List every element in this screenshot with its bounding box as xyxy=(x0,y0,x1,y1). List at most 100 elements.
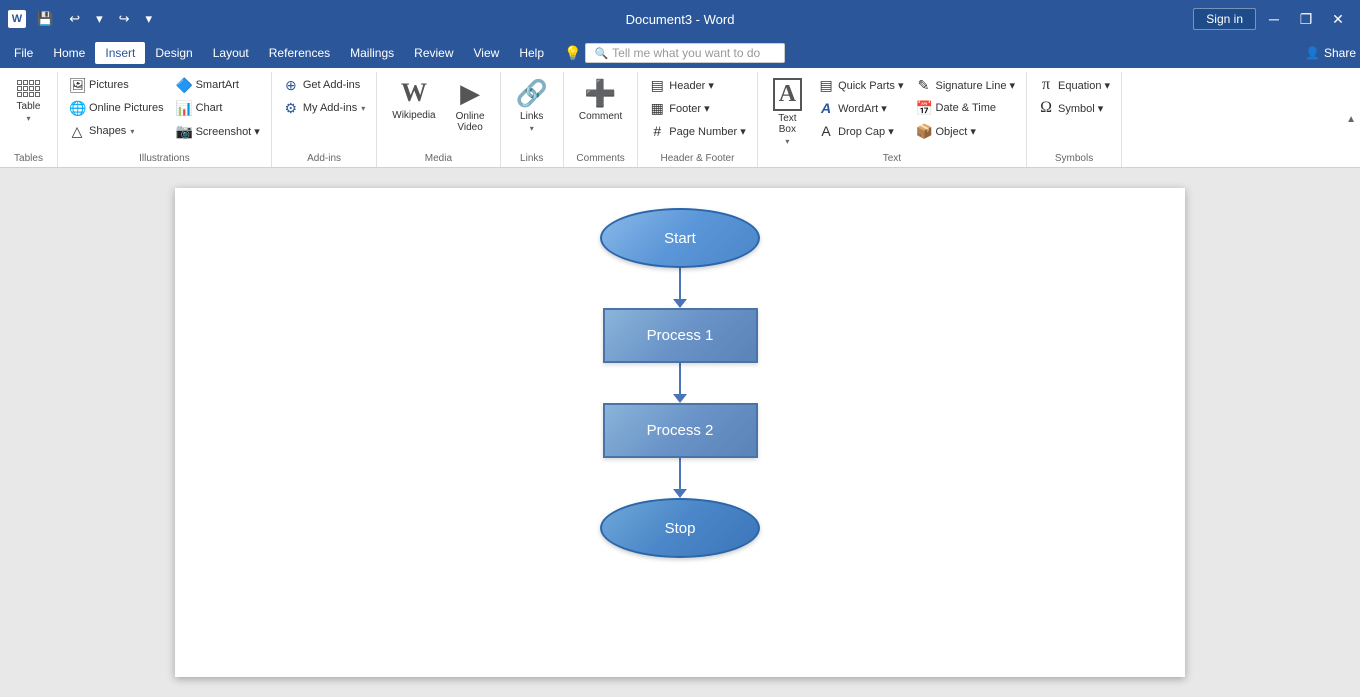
signature-icon: ✎ xyxy=(916,77,932,94)
stop-oval: Stop xyxy=(600,498,760,558)
close-button[interactable]: ✕ xyxy=(1324,5,1352,33)
drop-cap-label: Drop Cap ▾ xyxy=(838,125,894,138)
comment-button[interactable]: ➕ Comment xyxy=(570,74,631,126)
object-button[interactable]: 📦 Object ▾ xyxy=(911,120,1021,142)
header-button[interactable]: ▤ Header ▾ xyxy=(644,74,750,96)
screenshot-button[interactable]: 📷 Screenshot ▾ xyxy=(171,120,265,142)
pictures-button[interactable]: 🖼 Pictures xyxy=(64,74,169,96)
document-title: Document3 - Word xyxy=(626,12,735,27)
signature-line-button[interactable]: ✎ Signature Line ▾ xyxy=(911,74,1021,96)
quick-parts-icon: ▤ xyxy=(818,77,834,94)
arrow-3-line xyxy=(679,458,681,489)
chart-button[interactable]: 📊 Chart xyxy=(171,97,265,119)
table-dropdown-arrow: ▾ xyxy=(26,114,30,123)
screenshot-label: Screenshot ▾ xyxy=(196,125,260,138)
menu-design[interactable]: Design xyxy=(145,42,202,64)
links-button[interactable]: 🔗 Links ▾ xyxy=(507,74,557,137)
comment-icon: ➕ xyxy=(584,78,616,109)
flowchart: Start Process 1 Proc xyxy=(580,208,780,558)
ribbon-group-comments: ➕ Comment Comments xyxy=(564,72,638,167)
redo-button[interactable]: ↪ xyxy=(114,8,135,30)
page-number-button[interactable]: # Page Number ▾ xyxy=(644,120,750,142)
wordart-label: WordArt ▾ xyxy=(838,102,887,115)
online-video-button[interactable]: ▶ OnlineVideo xyxy=(447,74,494,137)
addins-buttons: ⊕ Get Add-ins ⚙ My Add-ins ▾ xyxy=(278,74,370,150)
process2-shape[interactable]: Process 2 xyxy=(603,403,758,458)
chart-label: Chart xyxy=(196,102,223,114)
my-addins-button[interactable]: ⚙ My Add-ins ▾ xyxy=(278,97,370,119)
menu-review[interactable]: Review xyxy=(404,42,463,64)
tell-me-bar[interactable]: 🔍 Tell me what you want to do xyxy=(585,43,785,63)
header-icon: ▤ xyxy=(649,77,665,94)
illustrations-group-label: Illustrations xyxy=(64,150,265,167)
arrow-2-line xyxy=(679,363,681,394)
arrow-1 xyxy=(673,268,687,308)
links-group-label: Links xyxy=(507,150,557,167)
ribbon-group-text: A TextBox ▾ ▤ Quick Parts ▾ A WordArt ▾ … xyxy=(758,72,1027,167)
ribbon-scroll-button[interactable]: ▲ xyxy=(1342,72,1360,167)
menu-layout[interactable]: Layout xyxy=(203,42,259,64)
footer-label: Footer ▾ xyxy=(669,102,709,115)
tables-buttons: Table ▾ xyxy=(6,74,51,150)
text-box-button[interactable]: A TextBox ▾ xyxy=(764,74,811,150)
drop-cap-icon: A xyxy=(818,123,834,139)
menu-references[interactable]: References xyxy=(259,42,340,64)
menu-insert[interactable]: Insert xyxy=(95,42,145,64)
comments-group-label: Comments xyxy=(570,150,631,167)
links-label: Links xyxy=(520,111,543,122)
title-bar-left: W 💾 ↩ ▾ ↪ ▾ xyxy=(8,8,157,30)
header-footer-col: ▤ Header ▾ ▦ Footer ▾ # Page Number ▾ xyxy=(644,74,750,142)
get-addins-button[interactable]: ⊕ Get Add-ins xyxy=(278,74,370,96)
illustrations-left-col: 🖼 Pictures 🌐 Online Pictures △ Shapes ▾ xyxy=(64,74,169,142)
links-dropdown: ▾ xyxy=(530,124,534,133)
undo-dropdown-button[interactable]: ▾ xyxy=(91,8,108,30)
share-label[interactable]: Share xyxy=(1324,46,1356,60)
ribbon-group-addins: ⊕ Get Add-ins ⚙ My Add-ins ▾ Add-ins xyxy=(272,72,377,167)
process1-shape[interactable]: Process 1 xyxy=(603,308,758,363)
shapes-icon: △ xyxy=(69,123,85,140)
object-icon: 📦 xyxy=(916,123,932,140)
undo-button[interactable]: ↩ xyxy=(64,8,85,30)
symbol-icon: Ω xyxy=(1038,99,1054,117)
equation-button[interactable]: π Equation ▾ xyxy=(1033,74,1115,96)
symbol-button[interactable]: Ω Symbol ▾ xyxy=(1033,97,1115,119)
footer-button[interactable]: ▦ Footer ▾ xyxy=(644,97,750,119)
shapes-label: Shapes xyxy=(89,125,126,137)
my-addins-label: My Add-ins xyxy=(303,102,357,114)
pictures-label: Pictures xyxy=(89,79,129,91)
sign-in-button[interactable]: Sign in xyxy=(1193,8,1256,30)
shapes-button[interactable]: △ Shapes ▾ xyxy=(64,120,169,142)
stop-label: Stop xyxy=(665,520,696,537)
drop-cap-button[interactable]: A Drop Cap ▾ xyxy=(813,120,908,142)
smartart-button[interactable]: 🔷 SmartArt xyxy=(171,74,265,96)
quick-parts-button[interactable]: ▤ Quick Parts ▾ xyxy=(813,74,908,96)
online-pictures-button[interactable]: 🌐 Online Pictures xyxy=(64,97,169,119)
text-box-dropdown: ▾ xyxy=(785,137,789,146)
menu-view[interactable]: View xyxy=(464,42,510,64)
menu-mailings[interactable]: Mailings xyxy=(340,42,404,64)
customize-qat-button[interactable]: ▾ xyxy=(141,8,158,30)
text-box-label: TextBox xyxy=(778,113,796,135)
menu-file[interactable]: File xyxy=(4,42,43,64)
menu-home[interactable]: Home xyxy=(43,42,95,64)
menu-help[interactable]: Help xyxy=(509,42,554,64)
wordart-button[interactable]: A WordArt ▾ xyxy=(813,97,908,119)
date-time-button[interactable]: 📅 Date & Time xyxy=(911,97,1021,119)
ribbon-group-symbols: π Equation ▾ Ω Symbol ▾ Symbols xyxy=(1027,72,1122,167)
table-button[interactable]: Table ▾ xyxy=(6,74,51,127)
footer-icon: ▦ xyxy=(649,100,665,117)
text-buttons: A TextBox ▾ ▤ Quick Parts ▾ A WordArt ▾ … xyxy=(764,74,1020,150)
restore-button[interactable]: ❐ xyxy=(1292,5,1320,33)
arrow-2-head xyxy=(673,394,687,403)
process1-rect: Process 1 xyxy=(603,308,758,363)
save-button[interactable]: 💾 xyxy=(32,8,58,30)
signature-label: Signature Line ▾ xyxy=(936,79,1016,92)
date-time-label: Date & Time xyxy=(936,102,997,114)
illustrations-right-col: 🔷 SmartArt 📊 Chart 📷 Screenshot ▾ xyxy=(171,74,265,142)
minimize-button[interactable]: ─ xyxy=(1260,5,1288,33)
stop-shape[interactable]: Stop xyxy=(600,498,760,558)
process2-rect: Process 2 xyxy=(603,403,758,458)
process2-label: Process 2 xyxy=(647,422,714,439)
wikipedia-button[interactable]: W Wikipedia xyxy=(383,74,444,125)
start-shape[interactable]: Start xyxy=(600,208,760,268)
